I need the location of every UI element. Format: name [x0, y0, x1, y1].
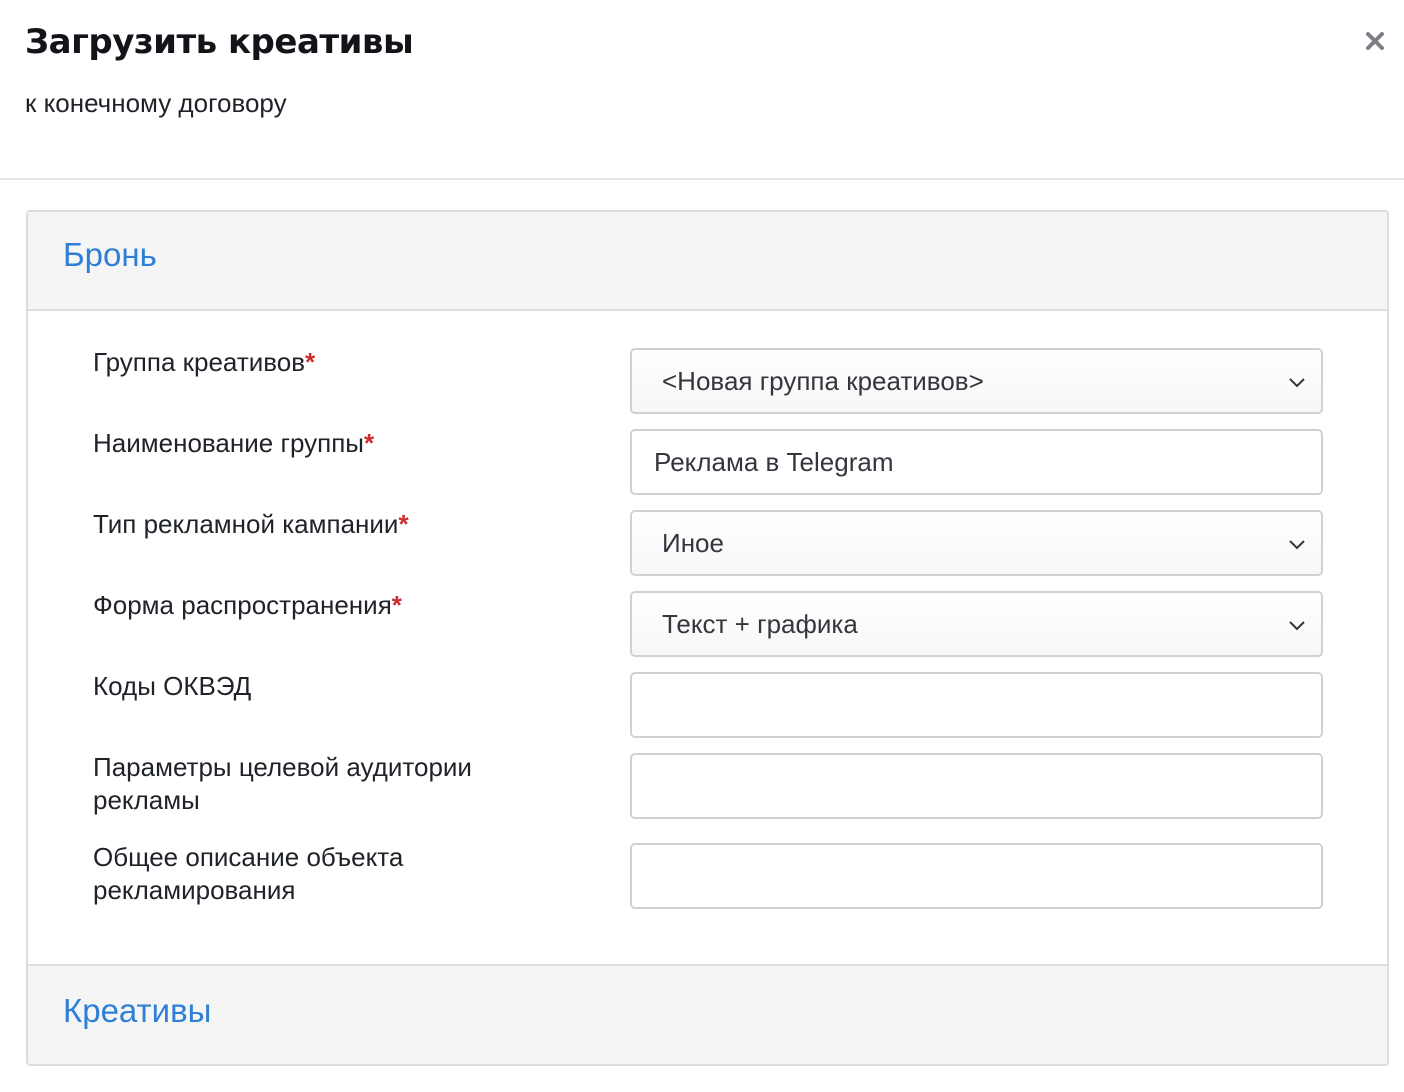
group-name-value: Реклама в Telegram	[654, 446, 894, 477]
dialog-subtitle: к конечному договору	[25, 88, 287, 118]
campaign-type-label: Тип рекламной кампании*	[93, 508, 513, 541]
close-icon	[1366, 32, 1384, 50]
creative-group-label: Группа креативов*	[93, 346, 513, 379]
booking-form: Группа креативов* <Новая группа креативо…	[28, 311, 1387, 966]
okved-codes-label: Коды ОКВЭД	[93, 671, 252, 701]
group-name-label-text: Наименование группы	[93, 428, 364, 458]
required-asterisk: *	[363, 428, 375, 458]
group-name-label: Наименование группы*	[93, 427, 513, 460]
target-audience-label: Параметры целевой аудитории рекламы	[93, 752, 472, 815]
campaign-type-label-text: Тип рекламной кампании	[93, 509, 399, 539]
distribution-form-label-text: Форма распространения	[93, 590, 392, 620]
close-button[interactable]	[1360, 24, 1390, 58]
target-audience-input[interactable]	[630, 753, 1323, 819]
creative-group-select[interactable]: <Новая группа креативов>	[630, 348, 1323, 414]
chevron-down-icon	[1289, 621, 1305, 631]
chevron-down-icon	[1289, 540, 1305, 550]
required-asterisk: *	[305, 347, 316, 377]
required-asterisk: *	[391, 590, 402, 620]
campaign-type-value: Иное	[662, 527, 724, 558]
booking-section-title: Бронь	[63, 236, 157, 273]
upload-creatives-dialog: Загрузить креативы к конечному договору …	[0, 0, 1404, 1092]
distribution-form-select[interactable]: Текст + графика	[630, 591, 1323, 657]
campaign-type-select[interactable]: Иное	[630, 510, 1323, 576]
required-asterisk: *	[398, 509, 409, 539]
booking-panel: Бронь Группа креативов* <Новая группа кр…	[26, 210, 1389, 1066]
object-description-input[interactable]	[630, 843, 1323, 909]
creatives-section-header[interactable]: Креативы	[28, 966, 1387, 1064]
distribution-form-value: Текст + графика	[662, 608, 858, 639]
creative-group-value: <Новая группа креативов>	[662, 365, 984, 396]
dialog-title: Загрузить креативы	[25, 22, 414, 62]
creatives-section-title: Креативы	[63, 992, 212, 1029]
booking-section-header[interactable]: Бронь	[28, 212, 1387, 311]
chevron-down-icon	[1289, 378, 1305, 388]
okved-codes-input[interactable]	[630, 672, 1323, 738]
dialog-header: Загрузить креативы к конечному договору	[0, 0, 1404, 180]
creative-group-label-text: Группа креативов	[93, 347, 306, 377]
group-name-input[interactable]: Реклама в Telegram	[630, 429, 1323, 495]
distribution-form-label: Форма распространения*	[93, 589, 513, 622]
object-description-label: Общее описание объекта рекламирования	[93, 842, 404, 905]
